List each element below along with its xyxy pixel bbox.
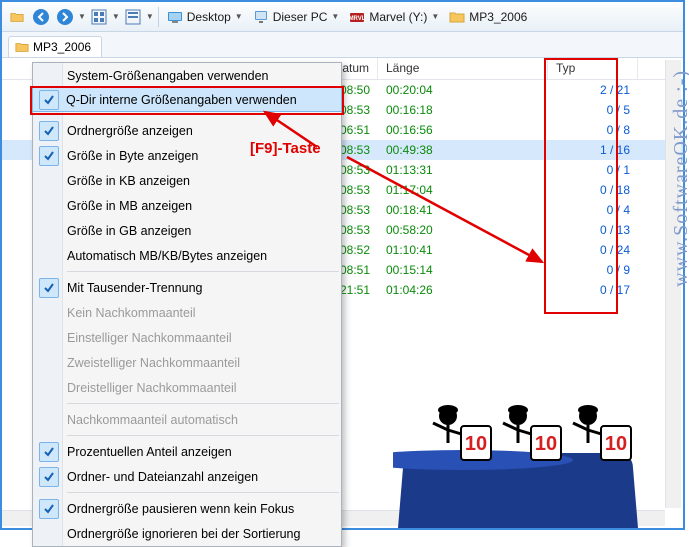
menu-item: Kein Nachkommaanteil bbox=[33, 300, 341, 325]
menu-item[interactable]: Größe in KB anzeigen bbox=[33, 168, 341, 193]
nav-back-button[interactable] bbox=[30, 6, 52, 28]
chevron-down-icon: ▼ bbox=[235, 12, 243, 21]
tab-bar: MP3_2006 bbox=[2, 32, 683, 58]
menu-item[interactable]: Automatisch MB/KB/Bytes anzeigen bbox=[33, 243, 341, 268]
judges-illustration: 10 10 10 bbox=[393, 398, 643, 528]
view-grid-button[interactable] bbox=[88, 6, 110, 28]
menu-item: Dreistelliger Nachkommaanteil bbox=[33, 375, 341, 400]
crumb-label: Marvel (Y:) bbox=[369, 10, 427, 24]
menu-item[interactable]: Größe in MB anzeigen bbox=[33, 193, 341, 218]
tab-active[interactable]: MP3_2006 bbox=[8, 36, 102, 57]
svg-text:MRVL: MRVL bbox=[349, 16, 365, 22]
app-window: ▼ ▼ ▼ Desktop ▼ Dieser PC ▼ MRVL Marvel … bbox=[0, 0, 685, 530]
tab-label: MP3_2006 bbox=[33, 40, 91, 54]
menu-item[interactable]: Q-Dir interne Größenangaben verwenden bbox=[32, 87, 342, 112]
history-dropdown-icon[interactable]: ▼ bbox=[78, 12, 86, 21]
menu-item[interactable]: Ordnergröße anzeigen bbox=[33, 118, 341, 143]
chevron-down-icon: ▼ bbox=[331, 12, 339, 21]
crumb-folder[interactable]: MP3_2006 bbox=[445, 9, 531, 25]
toolbar: ▼ ▼ ▼ Desktop ▼ Dieser PC ▼ MRVL Marvel … bbox=[2, 2, 683, 32]
crumb-desktop[interactable]: Desktop ▼ bbox=[163, 9, 247, 25]
menu-item: Einstelliger Nachkommaanteil bbox=[33, 325, 341, 350]
col-header-type[interactable]: Typ bbox=[548, 58, 638, 79]
menu-item[interactable]: Größe in GB anzeigen bbox=[33, 218, 341, 243]
crumb-label: Dieser PC bbox=[273, 10, 328, 24]
menu-item[interactable]: Ordner- und Dateianzahl anzeigen bbox=[33, 464, 341, 489]
nav-forward-button[interactable] bbox=[54, 6, 76, 28]
menu-item[interactable]: System-Größenangaben verwenden bbox=[33, 63, 341, 88]
layout-dropdown-icon[interactable]: ▼ bbox=[146, 12, 154, 21]
view-dropdown-icon[interactable]: ▼ bbox=[112, 12, 120, 21]
context-menu: System-Größenangaben verwendenQ-Dir inte… bbox=[32, 62, 342, 547]
layout-button[interactable] bbox=[122, 6, 144, 28]
crumb-label: MP3_2006 bbox=[469, 10, 527, 24]
chevron-down-icon: ▼ bbox=[431, 12, 439, 21]
crumb-this-pc[interactable]: Dieser PC ▼ bbox=[249, 9, 344, 25]
menu-item[interactable]: Größe in Byte anzeigen bbox=[33, 143, 341, 168]
menu-item[interactable]: Ordnergröße pausieren wenn kein Fokus bbox=[33, 496, 341, 521]
menu-item[interactable]: Prozentuellen Anteil anzeigen bbox=[33, 439, 341, 464]
svg-text:10: 10 bbox=[605, 433, 627, 455]
svg-text:10: 10 bbox=[535, 433, 557, 455]
menu-item: Nachkommaanteil automatisch bbox=[33, 407, 341, 432]
col-header-length[interactable]: Länge bbox=[378, 58, 548, 79]
svg-text:10: 10 bbox=[465, 433, 487, 455]
crumb-label: Desktop bbox=[187, 10, 231, 24]
menu-item[interactable]: Mit Tausender-Trennung bbox=[33, 275, 341, 300]
watermark: www.SoftwareOK.de :-) bbox=[670, 70, 689, 287]
crumb-drive[interactable]: MRVL Marvel (Y:) ▼ bbox=[345, 9, 443, 25]
menu-item: Zweistelliger Nachkommaanteil bbox=[33, 350, 341, 375]
open-folder-button[interactable] bbox=[6, 6, 28, 28]
